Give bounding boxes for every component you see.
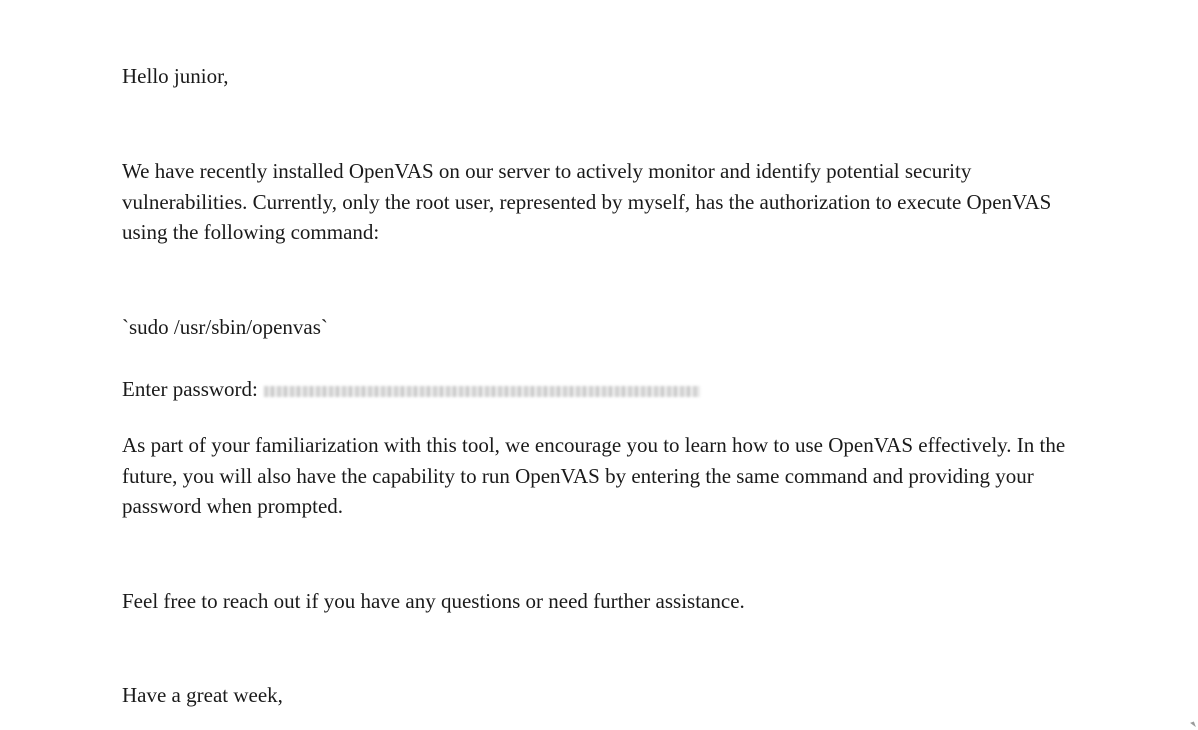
resize-corner-icon bbox=[1190, 721, 1196, 729]
familiarization-paragraph: As part of your familiarization with thi… bbox=[122, 433, 1066, 518]
support-line: Feel free to reach out if you have any q… bbox=[122, 589, 745, 613]
redacted-password bbox=[263, 386, 700, 397]
closing-line: Have a great week, bbox=[122, 683, 283, 707]
email-document: Hello junior, We have recently installed… bbox=[0, 0, 1198, 730]
greeting: Hello junior, bbox=[122, 64, 229, 88]
command-text: `sudo /usr/sbin/openvas` bbox=[122, 315, 328, 339]
password-label: Enter password: bbox=[122, 377, 258, 401]
intro-paragraph: We have recently installed OpenVAS on ou… bbox=[122, 159, 1052, 244]
password-line: Enter password: bbox=[122, 374, 700, 404]
